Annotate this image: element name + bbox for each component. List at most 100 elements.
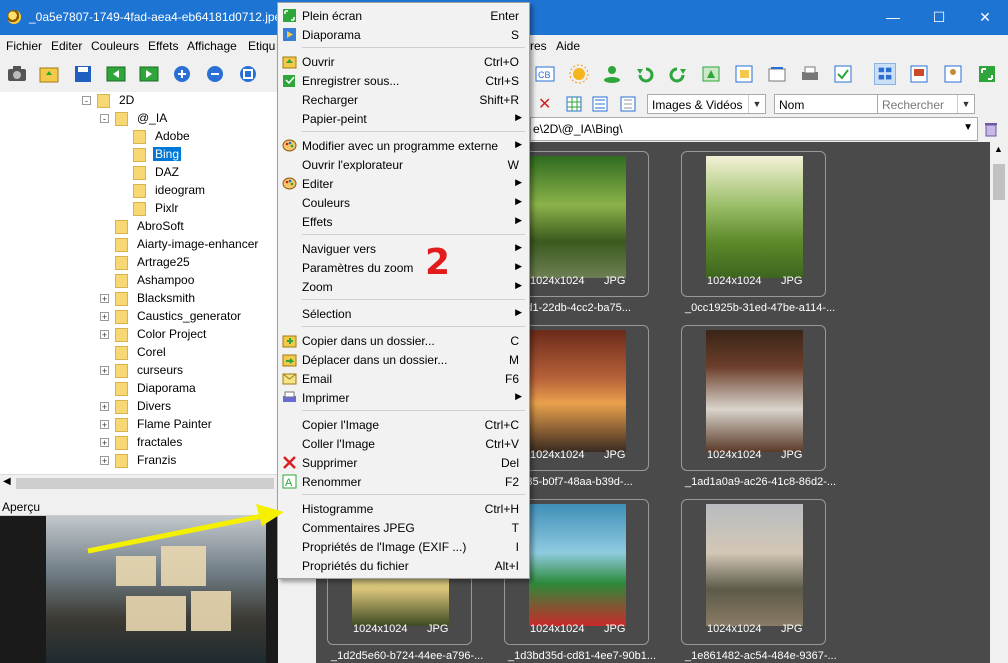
menu-item[interactable]: Ouvrir Ctrl+O <box>278 52 529 71</box>
menu-item[interactable]: Zoom ▶ <box>278 277 529 296</box>
menu-item[interactable]: Couleurs ▶ <box>278 193 529 212</box>
vertical-scrollbar[interactable]: ▲ <box>990 142 1008 663</box>
thumbnail-cell[interactable]: 1024x1024 JPG <box>681 325 826 471</box>
tree-node-label[interactable]: Divers <box>135 399 173 413</box>
thumbnail-filename[interactable]: _1ad1a0a9-ac26-41c8-86d2-... <box>685 476 836 488</box>
previous-icon[interactable] <box>105 63 127 85</box>
menu-item[interactable]: Imprimer ▶ <box>278 388 529 407</box>
crop-icon[interactable] <box>733 63 755 85</box>
menu-item[interactable]: Paramètres du zoom ▶ <box>278 258 529 277</box>
tree-node-label[interactable]: Ashampoo <box>135 273 196 287</box>
folder-tree[interactable]: -2D - @_IA Adobe Bing DAZ ideogram Pixlr AbroSof… <box>0 92 278 474</box>
collapse-icon[interactable]: - <box>100 114 109 124</box>
tree-node-label[interactable]: 2D <box>117 93 136 107</box>
delete-filter-icon[interactable]: ✕ <box>538 94 551 114</box>
menu-item[interactable]: Coller l'Image Ctrl+V <box>278 434 529 453</box>
menu-item[interactable]: Effets ▶ <box>278 212 529 231</box>
resize-icon[interactable] <box>766 63 788 85</box>
thumbnail-image[interactable] <box>529 504 626 626</box>
search-dropdown[interactable]: Rechercher ▼ <box>877 94 975 114</box>
menu-item[interactable]: Supprimer Del <box>278 453 529 472</box>
expand-icon[interactable]: + <box>100 438 109 448</box>
grid-view-icon[interactable] <box>566 96 582 112</box>
menu-fichier[interactable]: Fichier <box>6 39 42 53</box>
thumbnail-image[interactable] <box>529 330 626 452</box>
details-view-icon[interactable] <box>620 96 636 112</box>
view-thumbnails-icon[interactable] <box>874 63 896 85</box>
fit-icon[interactable] <box>237 63 259 85</box>
minimize-button[interactable]: — <box>870 0 916 35</box>
tree-node-label[interactable]: ideogram <box>153 183 207 197</box>
tree-node-label[interactable]: curseurs <box>135 363 185 377</box>
thumbnail-cell[interactable]: 1024x1024 JPG <box>681 151 826 297</box>
person-icon[interactable] <box>601 63 623 85</box>
expand-icon[interactable]: + <box>100 366 109 376</box>
thumbnail-filename[interactable]: _0cc1925b-31ed-47be-a114-... <box>685 302 835 314</box>
menu-item[interactable]: Editer ▶ <box>278 174 529 193</box>
menu-item[interactable]: Sélection ▶ <box>278 304 529 323</box>
maximize-button[interactable]: ☐ <box>916 0 962 35</box>
menu-item[interactable]: Email F6 <box>278 369 529 388</box>
trash-icon[interactable] <box>983 121 999 137</box>
view-preview-icon[interactable] <box>908 63 930 85</box>
scroll-thumb[interactable] <box>16 478 274 489</box>
tree-horizontal-scrollbar[interactable]: ◀ <box>0 474 278 492</box>
rotate-right-icon[interactable] <box>667 63 689 85</box>
collapse-icon[interactable]: - <box>82 96 91 106</box>
expand-icon[interactable]: + <box>100 294 109 304</box>
scroll-up-icon[interactable]: ▲ <box>994 144 1003 154</box>
tree-node-label[interactable]: DAZ <box>153 165 181 179</box>
list-view-icon[interactable] <box>592 96 608 112</box>
tree-node-label[interactable]: Aiarty-image-enhancer <box>135 237 260 251</box>
tree-node-label[interactable]: Corel <box>135 345 168 359</box>
zoom-in-icon[interactable] <box>171 63 193 85</box>
tree-node-label[interactable]: fractales <box>135 435 184 449</box>
filter-dropdown[interactable]: Images & Vidéos ▼ <box>647 94 766 114</box>
expand-icon[interactable]: + <box>100 330 109 340</box>
menu-item[interactable]: Propriétés de l'Image (EXIF ...) I <box>278 537 529 556</box>
expand-icon[interactable]: + <box>100 402 109 412</box>
save-icon[interactable] <box>72 63 94 85</box>
thumbnail-image[interactable] <box>706 156 803 278</box>
thumbnail-cell[interactable]: 1024x1024 JPG <box>681 499 826 645</box>
menu-item[interactable]: Plein écran Enter <box>278 6 529 25</box>
next-icon[interactable] <box>138 63 160 85</box>
menu-item[interactable]: Copier l'Image Ctrl+C <box>278 415 529 434</box>
menu-editer[interactable]: Editer <box>51 39 82 53</box>
tree-node-label[interactable]: Flame Painter <box>135 417 214 431</box>
expand-icon[interactable]: + <box>100 312 109 322</box>
expand-icon[interactable]: + <box>100 420 109 430</box>
tree-node-label[interactable]: Bing <box>153 147 182 161</box>
tree-node-label[interactable]: Pixlr <box>153 201 180 215</box>
fullscreen-toolbar-icon[interactable] <box>976 63 998 85</box>
thumbnail-image[interactable] <box>529 156 626 278</box>
thumbnail-filename[interactable]: _1d3bd35d-cd81-4ee7-90b1... <box>508 650 656 662</box>
menu-etiquettes[interactable]: Etiqu <box>248 39 275 53</box>
path-text[interactable]: e\2D\@_IA\Bing\ <box>533 122 623 136</box>
menu-item[interactable]: Papier-peint ▶ <box>278 109 529 128</box>
menu-item[interactable]: Commentaires JPEG T <box>278 518 529 537</box>
vscroll-thumb[interactable] <box>993 164 1005 200</box>
tree-node-label[interactable]: Diaporama <box>135 381 198 395</box>
menu-item[interactable]: Histogramme Ctrl+H <box>278 499 529 518</box>
tree-node-label[interactable]: Artrage25 <box>135 255 192 269</box>
thumbnail-filename[interactable]: _1d2d5e60-b724-44ee-a796-... <box>331 650 483 662</box>
rotate-left-icon[interactable] <box>634 63 656 85</box>
print-toolbar-icon[interactable] <box>799 63 821 85</box>
menu-item[interactable]: Déplacer dans un dossier... M <box>278 350 529 369</box>
tree-node-label[interactable]: Color Project <box>135 327 208 341</box>
check-icon[interactable] <box>832 63 854 85</box>
color-cb-icon[interactable]: CB <box>534 63 556 85</box>
view-person-icon[interactable] <box>942 63 964 85</box>
menu-item[interactable]: Recharger Shift+R <box>278 90 529 109</box>
close-button[interactable]: ✕ <box>962 0 1008 35</box>
path-dropdown-icon[interactable]: ▼ <box>963 122 973 133</box>
thumbnail-filename[interactable]: _1e861482-ac54-484e-9367-... <box>685 650 837 662</box>
path-field[interactable]: e\2D\@_IA\Bing\ ▼ <box>530 117 978 141</box>
scroll-left-icon[interactable]: ◀ <box>3 476 11 487</box>
menu-item[interactable]: Diaporama S <box>278 25 529 44</box>
tree-node-label[interactable]: Franzis <box>135 453 178 467</box>
menu-item[interactable]: Ouvrir l'explorateur W <box>278 155 529 174</box>
tree-node-label[interactable]: Adobe <box>153 129 192 143</box>
sun-icon[interactable] <box>568 63 590 85</box>
